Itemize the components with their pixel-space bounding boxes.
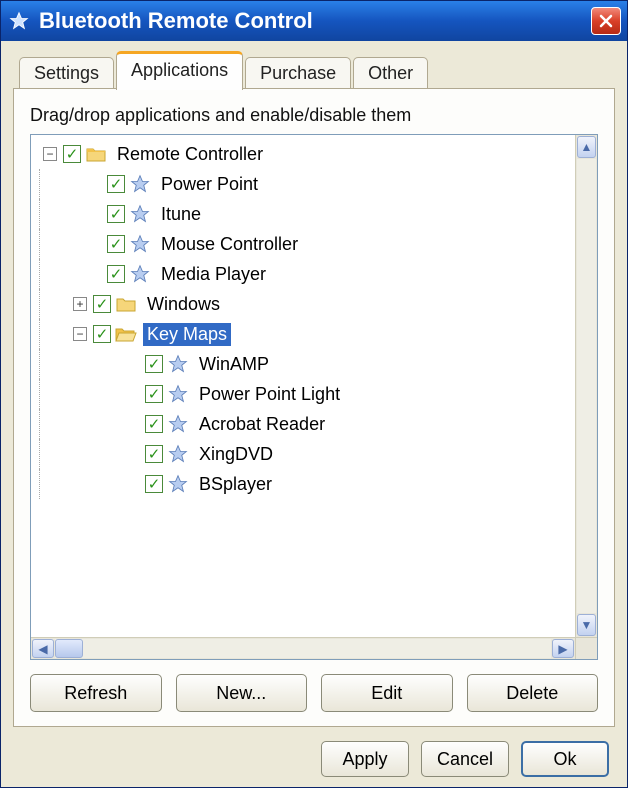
client-area: Settings Applications Purchase Other Dra… [1,41,627,787]
scroll-left-icon[interactable]: ◀ [32,639,54,658]
checkbox[interactable]: ✓ [145,445,163,463]
tree-item-power-point[interactable]: ✓ Power Point [39,169,573,199]
apply-button[interactable]: Apply [321,741,409,777]
expander-plus-icon[interactable]: + [73,297,87,311]
scroll-thumb[interactable] [55,639,83,658]
window: Bluetooth Remote Control Settings Applic… [0,0,628,788]
scroll-track[interactable] [577,159,596,613]
app-star-icon [7,9,31,33]
scroll-right-icon[interactable]: ▶ [552,639,574,658]
folder-icon [115,293,137,315]
cancel-button[interactable]: Cancel [421,741,509,777]
expander-minus-icon[interactable]: − [73,327,87,341]
tree-view[interactable]: − ✓ Remote Controller ✓ [30,134,598,660]
tree-label[interactable]: Power Point [157,173,262,196]
tree-label[interactable]: XingDVD [195,443,277,466]
window-title: Bluetooth Remote Control [39,8,591,34]
tree-item-power-point-light[interactable]: ✓ Power Point Light [39,379,573,409]
tree-label[interactable]: Acrobat Reader [195,413,329,436]
tree-item-winamp[interactable]: ✓ WinAMP [39,349,573,379]
close-button[interactable] [591,7,621,35]
checkbox[interactable]: ✓ [145,355,163,373]
tab-settings[interactable]: Settings [19,57,114,89]
star-icon [167,353,189,375]
action-row: Refresh New... Edit Delete [30,674,598,712]
star-icon [129,233,151,255]
tree-item-key-maps[interactable]: − ✓ Key Maps [39,319,573,349]
tree-item-bsplayer[interactable]: ✓ BSplayer [39,469,573,499]
checkbox[interactable]: ✓ [107,205,125,223]
checkbox[interactable]: ✓ [107,235,125,253]
star-icon [129,173,151,195]
star-icon [167,473,189,495]
refresh-button[interactable]: Refresh [30,674,162,712]
checkbox[interactable]: ✓ [93,295,111,313]
instruction-text: Drag/drop applications and enable/disabl… [30,105,598,126]
checkbox[interactable]: ✓ [63,145,81,163]
tab-panel-applications: Drag/drop applications and enable/disabl… [13,88,615,727]
tree-item-acrobat-reader[interactable]: ✓ Acrobat Reader [39,409,573,439]
tree-item-windows[interactable]: + ✓ Windows [39,289,573,319]
horizontal-scrollbar[interactable]: ◀ ▶ [31,637,597,659]
dialog-button-row: Apply Cancel Ok [13,741,615,777]
checkbox[interactable]: ✓ [107,265,125,283]
tree-item-remote-controller[interactable]: − ✓ Remote Controller [39,139,573,169]
ok-button[interactable]: Ok [521,741,609,777]
delete-button[interactable]: Delete [467,674,599,712]
tab-purchase[interactable]: Purchase [245,57,351,89]
tab-other[interactable]: Other [353,57,428,89]
tree-label[interactable]: WinAMP [195,353,273,376]
tree-item-itune[interactable]: ✓ Itune [39,199,573,229]
edit-button[interactable]: Edit [321,674,453,712]
checkbox[interactable]: ✓ [145,415,163,433]
checkbox[interactable]: ✓ [93,325,111,343]
vertical-scrollbar[interactable]: ▲ ▼ [575,135,597,637]
new-button[interactable]: New... [176,674,308,712]
expander-minus-icon[interactable]: − [43,147,57,161]
tree-label[interactable]: Windows [143,293,224,316]
scroll-down-icon[interactable]: ▼ [577,614,596,636]
tabstrip: Settings Applications Purchase Other [19,53,615,89]
star-icon [167,443,189,465]
star-icon [129,263,151,285]
tree-label[interactable]: Itune [157,203,205,226]
star-icon [129,203,151,225]
tree-label[interactable]: Mouse Controller [157,233,302,256]
star-icon [167,413,189,435]
checkbox[interactable]: ✓ [107,175,125,193]
folder-icon [85,143,107,165]
tree-item-media-player[interactable]: ✓ Media Player [39,259,573,289]
tree-label[interactable]: Key Maps [143,323,231,346]
tab-applications[interactable]: Applications [116,51,243,90]
checkbox[interactable]: ✓ [145,475,163,493]
tree-label[interactable]: BSplayer [195,473,276,496]
tree-label[interactable]: Remote Controller [113,143,267,166]
tree-item-xingdvd[interactable]: ✓ XingDVD [39,439,573,469]
tree-content: − ✓ Remote Controller ✓ [31,135,575,637]
tree-label[interactable]: Power Point Light [195,383,344,406]
checkbox[interactable]: ✓ [145,385,163,403]
scroll-track[interactable] [55,639,551,658]
scroll-corner [575,638,597,659]
folder-open-icon [115,323,137,345]
star-icon [167,383,189,405]
tree-item-mouse-controller[interactable]: ✓ Mouse Controller [39,229,573,259]
tree-label[interactable]: Media Player [157,263,270,286]
scroll-up-icon[interactable]: ▲ [577,136,596,158]
titlebar[interactable]: Bluetooth Remote Control [1,1,627,41]
